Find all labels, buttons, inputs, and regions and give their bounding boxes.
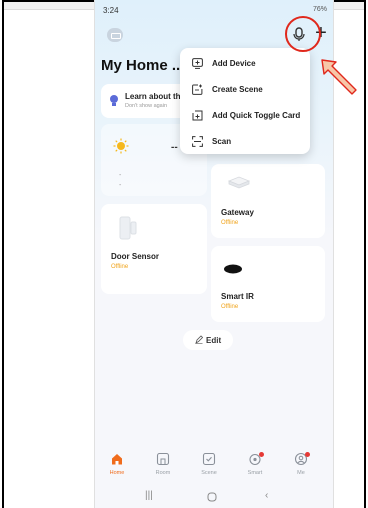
weather-detail-2: - [119,182,122,189]
frame-left [2,0,4,508]
frame-right [364,0,366,508]
quick-toggle-icon [192,110,203,121]
nav-label: Room [155,470,171,476]
device-name: Gateway [221,208,254,217]
sun-icon [113,138,129,154]
add-device-icon [192,58,203,69]
door-sensor-icon [119,216,137,240]
battery-level: 76% [312,6,327,13]
room-icon [156,452,170,466]
menu-item-label: Create Scene [212,85,263,94]
menu-item-scan[interactable]: Scan [180,128,310,154]
learn-dismiss-link[interactable]: Don't show again [125,103,167,109]
smart-ir-icon [224,264,242,274]
nav-label: Me [297,470,305,476]
notification-dot [259,452,264,457]
menu-item-label: Scan [212,137,232,146]
device-card-smart-ir[interactable]: Smart IR Offline [211,246,325,322]
home-icon [112,454,122,465]
menu-item-label: Add Device [212,59,256,68]
weather-value: -- [171,142,178,153]
device-name: Door Sensor [111,252,160,261]
weather-detail-1: - [119,172,122,179]
home-switch-icon[interactable] [107,28,123,42]
device-card-door-sensor[interactable]: Door Sensor Offline [101,204,207,294]
nav-label: Home [109,470,125,476]
bottom-nav: Home Room Scene Smart Me [95,440,333,486]
back-icon[interactable]: ‹ [265,490,268,501]
menu-item-add-device[interactable]: Add Device [180,50,310,76]
device-status: Offline [111,264,129,270]
edit-button[interactable]: Edit [183,330,233,350]
scene-icon [202,452,216,466]
create-scene-icon [192,84,203,95]
lightbulb-icon [110,95,118,106]
annotation-circle [285,16,321,52]
nav-smart[interactable]: Smart [237,452,273,482]
status-time: 3:24 [103,6,119,15]
nav-home[interactable]: Home [99,452,135,482]
device-name: Smart IR [221,292,254,301]
home-circle-icon[interactable] [207,492,217,502]
system-nav-bar: ||| ‹ [95,486,333,508]
menu-item-add-quick-toggle-card[interactable]: Add Quick Toggle Card [180,102,310,128]
pencil-icon [195,335,203,344]
device-status: Offline [221,304,239,310]
menu-item-create-scene[interactable]: Create Scene [180,76,310,102]
add-menu-dropdown: Add Device Create Scene Add Quick Toggle… [180,48,310,154]
nav-room[interactable]: Room [145,452,181,482]
learn-title: Learn about th [125,92,181,101]
page-title[interactable]: My Home .. [101,57,180,74]
nav-scene[interactable]: Scene [191,452,227,482]
device-status: Offline [221,220,239,226]
device-card-gateway[interactable]: Gateway Offline [211,164,325,238]
nav-label: Smart [247,470,263,476]
edit-label: Edit [206,336,222,345]
phone-screen: 3:24 76% + My Home .. Learn about th Don… [94,0,334,508]
nav-label: Scene [201,470,217,476]
screenshot-page: 3:24 76% + My Home .. Learn about th Don… [0,0,368,508]
nav-me[interactable]: Me [283,452,319,482]
notification-dot [305,452,310,457]
scan-icon [192,136,203,147]
status-bar: 3:24 76% [103,4,327,18]
menu-item-label: Add Quick Toggle Card [212,111,301,120]
gateway-icon [227,176,251,189]
annotation-arrow-icon [321,59,357,95]
recent-apps-icon[interactable]: ||| [145,490,153,501]
